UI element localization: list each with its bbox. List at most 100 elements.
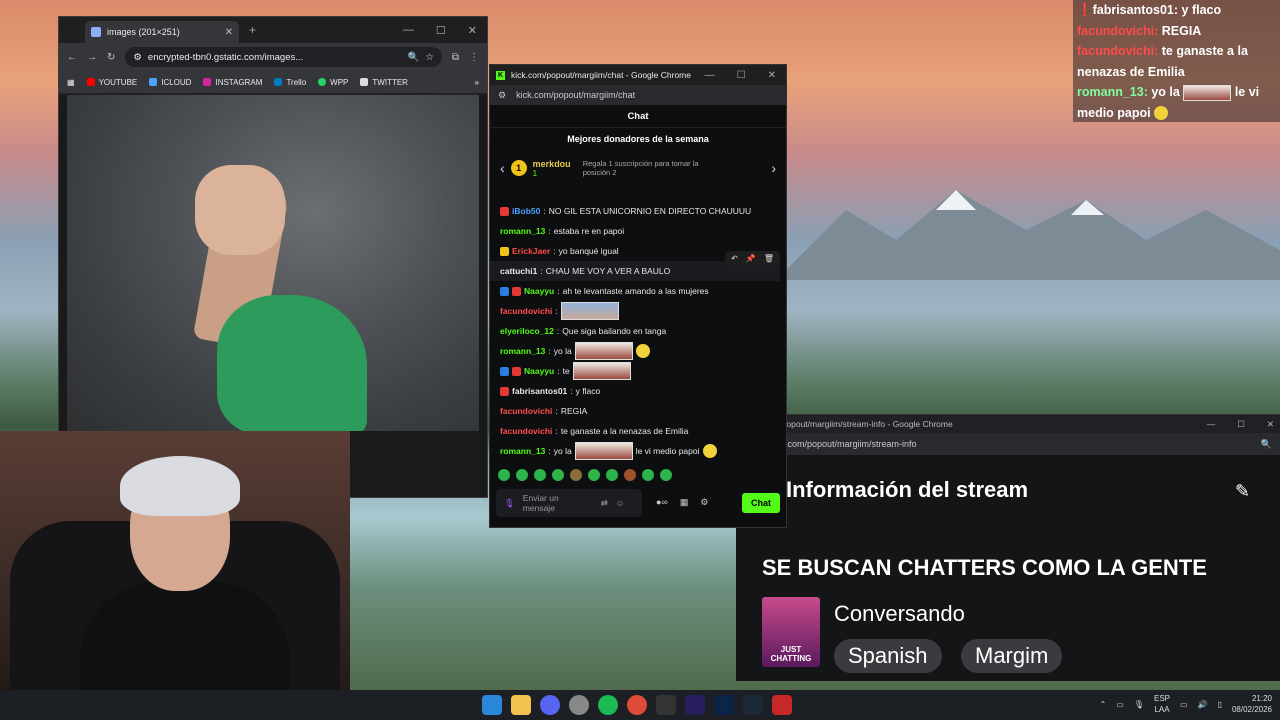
address-bar: ← → ↻ ⚙ encrypted-tbn0.gstatic.com/image… [59, 43, 487, 71]
chat-send-button[interactable]: Chat [742, 493, 780, 513]
discord-icon[interactable] [540, 695, 560, 715]
youtube-icon [86, 78, 95, 86]
pin-icon[interactable]: 📌 [746, 254, 756, 263]
stream-info-titlebar: l.kick.com/popout/margiim/stream-info - … [736, 415, 1280, 433]
settings-gear-icon[interactable]: ⚙ [700, 497, 708, 508]
apps-icon[interactable]: ▦ [67, 78, 75, 87]
url-field[interactable]: ⚙ encrypted-tbn0.gstatic.com/images... 🔍… [125, 47, 442, 67]
browser-tab[interactable]: images (201×251) ✕ [85, 21, 239, 43]
overlay-line: nenazas de Emilia [1077, 64, 1185, 79]
maximize-icon[interactable]: ☐ [436, 24, 446, 37]
protest-photo [67, 95, 479, 431]
zoom-icon[interactable]: 🔍 [1261, 439, 1272, 450]
emote-icon[interactable] [606, 469, 618, 481]
url-text: encrypted-tbn0.gstatic.com/images... [147, 51, 304, 63]
emote-icon[interactable] [516, 469, 528, 481]
emote-icon[interactable] [642, 469, 654, 481]
site-info-icon[interactable]: ⚙ [498, 90, 506, 101]
chevron-up-icon[interactable]: ⌃ [1100, 700, 1107, 709]
emote-icon[interactable] [660, 469, 672, 481]
zoom-icon[interactable]: 🔍 [407, 52, 419, 63]
donors-title: Mejores donadores de la semana [567, 134, 709, 144]
battery-icon[interactable]: ▯ [1218, 700, 1222, 709]
maximize-icon[interactable]: ☐ [737, 70, 746, 81]
language-indicator[interactable]: ESP LAA [1154, 693, 1170, 715]
emote-icon[interactable] [552, 469, 564, 481]
chrome-icon[interactable] [627, 695, 647, 715]
emoji-icon[interactable]: ☺ [616, 498, 625, 508]
minimize-icon[interactable]: — [1207, 419, 1216, 430]
bookmark-youtube[interactable]: YOUTUBE [86, 78, 137, 87]
tag-spanish[interactable]: Spanish [834, 639, 942, 673]
back-icon[interactable]: ← [67, 52, 77, 63]
maximize-icon[interactable]: ☐ [1237, 419, 1245, 430]
close-tab-icon[interactable]: ✕ [225, 27, 233, 38]
site-info-icon[interactable]: ⚙ [133, 52, 142, 63]
windows-taskbar: ⌃ ▭ 🎙 ESP LAA ▭ 🔊 ▯ 21:20 08/02/2026 [0, 690, 1280, 720]
store-icon[interactable]: ▦ [680, 497, 689, 508]
sofa-emote [1183, 84, 1232, 101]
forward-icon[interactable]: → [87, 52, 97, 63]
kicks-icon[interactable]: ●∞ [656, 497, 668, 508]
close-window-icon[interactable]: ✕ [1267, 419, 1274, 430]
badge-icon [500, 386, 509, 396]
app-icon[interactable] [772, 695, 792, 715]
bookmark-icloud[interactable]: ICLOUD [149, 78, 191, 87]
sofa-emote [574, 342, 633, 360]
emote-icon[interactable] [534, 469, 546, 481]
x-icon [360, 78, 369, 86]
minimize-icon[interactable]: — [705, 70, 715, 81]
webcam-feed [0, 431, 350, 690]
flag-icon[interactable]: ▭ [1116, 700, 1124, 709]
instagram-icon [203, 78, 212, 86]
emote-icon[interactable] [624, 469, 636, 481]
steam-icon[interactable] [743, 695, 763, 715]
mountains-graphic [786, 190, 1280, 280]
emote-icon[interactable] [588, 469, 600, 481]
photoshop-icon[interactable] [714, 695, 734, 715]
emote-icon[interactable] [570, 469, 582, 481]
translate-icon[interactable]: ⇄ [601, 498, 608, 509]
close-window-icon[interactable]: ✕ [768, 70, 776, 81]
prev-arrow-icon[interactable]: ‹ [500, 160, 505, 176]
spotify-icon[interactable] [598, 695, 618, 715]
bookmark-instagram[interactable]: INSTAGRAM [203, 78, 262, 87]
chat-message: elyeriloco_12: Que siga bailando en tanga [500, 326, 667, 336]
volume-icon[interactable]: 🔊 [1198, 700, 1208, 709]
bookmark-trello[interactable]: Trello [274, 78, 306, 87]
donor-name[interactable]: merkdou [533, 159, 571, 169]
more-bookmarks-icon[interactable]: » [475, 78, 479, 87]
close-window-icon[interactable]: ✕ [468, 24, 477, 37]
file-explorer-icon[interactable] [511, 695, 531, 715]
bookmark-twitter[interactable]: TWITTER [360, 78, 408, 87]
menu-icon[interactable]: ⋮ [469, 52, 479, 63]
chat-message-input[interactable]: 🎙 Enviar un mensaje ⇄ ☺ [496, 489, 642, 517]
network-icon[interactable]: ▭ [1180, 700, 1188, 709]
image-browser-window: images (201×251) ✕ + — ☐ ✕ ← → ↻ ⚙ encry… [58, 16, 488, 498]
crown-icon [500, 246, 509, 256]
reload-icon[interactable]: ↻ [107, 52, 115, 63]
premiere-icon[interactable] [685, 695, 705, 715]
emote-icon[interactable] [498, 469, 510, 481]
bookmark-wpp[interactable]: WPP [318, 78, 348, 87]
next-arrow-icon[interactable]: › [771, 160, 776, 176]
edit-pencil-icon[interactable]: ✎ [1235, 481, 1250, 502]
star-icon[interactable]: ☆ [425, 52, 434, 63]
app-icon[interactable] [656, 695, 676, 715]
new-tab-icon[interactable]: + [249, 23, 256, 37]
minimize-icon[interactable]: — [403, 24, 414, 37]
stream-info-url-bar[interactable]: board.kick.com/popout/margiim/stream-inf… [736, 433, 1280, 455]
delete-icon[interactable]: 🗑 [764, 254, 774, 263]
clock[interactable]: 21:20 08/02/2026 [1232, 693, 1272, 715]
extensions-icon[interactable]: ⧉ [452, 52, 459, 63]
chat-url-bar[interactable]: ⚙ kick.com/popout/margiim/chat [490, 85, 786, 105]
start-icon[interactable] [482, 695, 502, 715]
reply-icon[interactable]: ↶ [731, 254, 738, 263]
stream-title: SE BUSCAN CHATTERS COMO LA GENTE [762, 555, 1207, 580]
category-name[interactable]: Conversando [834, 601, 965, 627]
green-scarf [217, 295, 367, 431]
mic-icon[interactable]: 🎙 [504, 498, 515, 509]
tag-margim[interactable]: Margim [961, 639, 1063, 673]
mic-icon[interactable]: 🎙 [1134, 700, 1144, 709]
obs-icon[interactable] [569, 695, 589, 715]
